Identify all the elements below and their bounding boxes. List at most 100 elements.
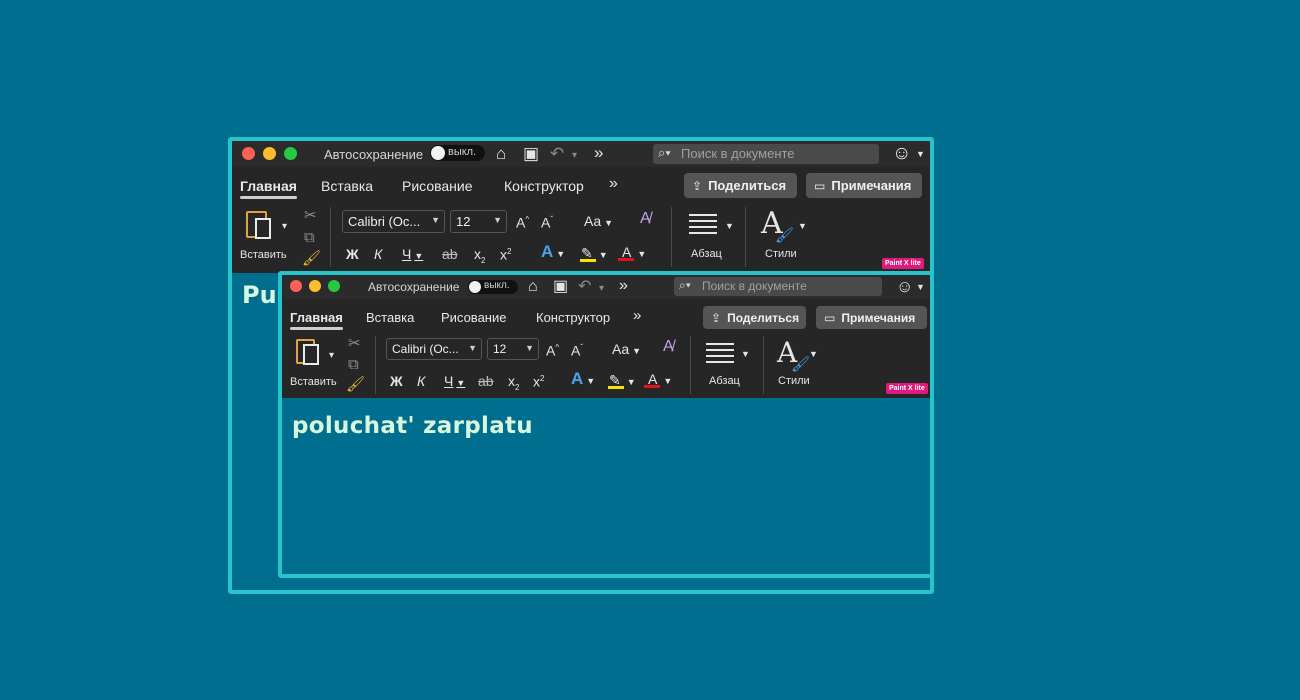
chevron-down-icon: ▼ xyxy=(525,343,534,353)
bold-button[interactable]: Ж xyxy=(390,373,403,389)
paragraph-label[interactable]: Абзац xyxy=(709,375,740,387)
autosave-toggle[interactable]: выкл. xyxy=(430,145,485,161)
undo-icon[interactable]: ↶ xyxy=(578,278,591,295)
document-text[interactable]: poluchat' zarplatu xyxy=(292,413,533,439)
font-size-select[interactable]: 12 ▼ xyxy=(450,210,507,233)
chevron-down-icon[interactable]: ▼ xyxy=(916,149,925,159)
share-button[interactable]: ⇪ Поделиться xyxy=(684,173,797,198)
styles-label[interactable]: Стили xyxy=(765,248,797,260)
format-painter-icon[interactable]: 🖌 xyxy=(302,251,321,266)
chevron-down-icon[interactable]: ▾ xyxy=(572,147,577,164)
font-color-icon[interactable]: A ▼ xyxy=(618,244,646,262)
tab-more[interactable]: » xyxy=(609,175,618,193)
search-icon: ⌕▾ xyxy=(679,278,691,292)
subscript-button[interactable]: x2 xyxy=(474,246,485,269)
copy-icon[interactable]: ⧉ xyxy=(348,357,359,372)
tab-draw[interactable]: Рисование xyxy=(402,178,473,194)
divider xyxy=(763,336,764,394)
chevron-down-icon[interactable]: ▼ xyxy=(809,349,818,359)
tab-more[interactable]: » xyxy=(633,307,641,324)
paragraph-icon[interactable] xyxy=(706,343,734,365)
highlight-color-icon[interactable]: ✎ ▼ xyxy=(579,245,608,263)
smiley-icon[interactable]: ☺ xyxy=(896,277,913,296)
tab-insert[interactable]: Вставка xyxy=(366,310,414,325)
format-painter-icon[interactable]: 🖌 xyxy=(346,377,365,392)
highlight-color-icon[interactable]: ✎ ▼ xyxy=(607,372,636,390)
increase-font-size-icon[interactable]: A^ xyxy=(516,212,529,231)
tab-draw[interactable]: Рисование xyxy=(441,310,506,325)
styles-icon[interactable]: A 🖌 xyxy=(761,209,794,245)
styles-label[interactable]: Стили xyxy=(778,375,810,387)
undo-icon[interactable]: ↶ xyxy=(550,145,564,162)
tab-insert[interactable]: Вставка xyxy=(321,178,373,194)
chevron-down-icon[interactable]: ▼ xyxy=(741,349,750,359)
font-name-value: Calibri (Ос... xyxy=(392,342,459,356)
search-placeholder: Поиск в документе xyxy=(702,279,807,293)
strikethrough-button[interactable]: ab xyxy=(442,246,458,262)
cut-icon[interactable]: ✂ xyxy=(348,336,361,351)
comments-button[interactable]: ▭ Примечания xyxy=(806,173,922,198)
zoom-window-button[interactable] xyxy=(328,280,340,292)
paragraph-label[interactable]: Абзац xyxy=(691,248,722,260)
paragraph-icon[interactable] xyxy=(689,214,717,236)
bold-button[interactable]: Ж xyxy=(346,246,359,262)
font-size-select[interactable]: 12 ▼ xyxy=(487,338,539,360)
smiley-icon[interactable]: ☺ xyxy=(892,144,911,163)
paste-button-label[interactable]: Вставить xyxy=(290,376,337,388)
cut-icon[interactable]: ✂ xyxy=(304,208,317,223)
styles-icon[interactable]: A 🖌 xyxy=(777,338,810,374)
traffic-lights xyxy=(290,280,340,292)
chevron-down-icon[interactable]: ▼ xyxy=(798,221,807,231)
change-case-button[interactable]: Aa ▼ xyxy=(584,213,613,231)
home-icon[interactable]: ⌂ xyxy=(528,278,538,295)
strikethrough-button[interactable]: ab xyxy=(478,373,494,389)
copy-icon[interactable]: ⧉ xyxy=(304,230,315,245)
underline-button[interactable]: Ч ▼ xyxy=(444,373,465,391)
minimize-window-button[interactable] xyxy=(263,147,276,160)
text-effects-icon[interactable]: A ▼ xyxy=(541,243,565,262)
subscript-button[interactable]: x2 xyxy=(508,373,519,396)
tab-home[interactable]: Главная xyxy=(290,310,343,330)
tab-design[interactable]: Конструктор xyxy=(504,178,584,194)
superscript-button[interactable]: x2 xyxy=(500,244,511,263)
font-color-icon[interactable]: A ▼ xyxy=(644,371,672,389)
increase-font-size-icon[interactable]: A^ xyxy=(546,340,559,359)
text-effects-icon[interactable]: A ▼ xyxy=(571,370,595,389)
close-window-button[interactable] xyxy=(290,280,302,292)
chevron-down-icon[interactable]: ▾ xyxy=(599,280,604,297)
superscript-button[interactable]: x2 xyxy=(533,371,544,390)
clear-formatting-icon[interactable]: A̸ xyxy=(640,211,651,227)
italic-button[interactable]: К xyxy=(417,373,425,389)
italic-button[interactable]: К xyxy=(374,246,382,262)
change-case-button[interactable]: Aa ▼ xyxy=(612,341,641,359)
chevron-double-right-icon[interactable]: » xyxy=(619,277,628,294)
close-window-button[interactable] xyxy=(242,147,255,160)
search-input[interactable]: ⌕▾ Поиск в документе xyxy=(674,277,882,296)
tab-home[interactable]: Главная xyxy=(240,178,297,199)
chevron-down-icon[interactable]: ▾ xyxy=(329,350,334,361)
chevron-down-icon[interactable]: ▼ xyxy=(725,221,734,231)
save-icon[interactable]: ▣ xyxy=(523,145,539,162)
tab-design[interactable]: Конструктор xyxy=(536,310,610,325)
home-icon[interactable]: ⌂ xyxy=(496,145,506,162)
paste-icon[interactable] xyxy=(246,211,271,239)
decrease-font-size-icon[interactable]: Aˇ xyxy=(571,340,583,359)
font-name-select[interactable]: Calibri (Ос... ▼ xyxy=(386,338,482,360)
chevron-down-icon[interactable]: ▼ xyxy=(916,282,925,292)
comments-button[interactable]: ▭ Примечания xyxy=(816,306,927,329)
search-input[interactable]: ⌕▾ Поиск в документе xyxy=(653,144,879,164)
paste-icon[interactable] xyxy=(296,339,319,365)
minimize-window-button[interactable] xyxy=(309,280,321,292)
chevron-down-icon[interactable]: ▾ xyxy=(282,221,287,232)
change-case-label: Aa xyxy=(612,341,630,357)
save-icon[interactable]: ▣ xyxy=(553,278,568,295)
autosave-toggle[interactable]: выкл. xyxy=(468,280,518,294)
paste-button-label[interactable]: Вставить xyxy=(240,249,287,261)
underline-button[interactable]: Ч ▼ xyxy=(402,246,423,264)
share-button[interactable]: ⇪ Поделиться xyxy=(703,306,806,329)
zoom-window-button[interactable] xyxy=(284,147,297,160)
font-name-select[interactable]: Calibri (Ос... ▼ xyxy=(342,210,445,233)
chevron-double-right-icon[interactable]: » xyxy=(594,144,603,161)
clear-formatting-icon[interactable]: A̸ xyxy=(663,339,674,355)
decrease-font-size-icon[interactable]: Aˇ xyxy=(541,212,553,231)
